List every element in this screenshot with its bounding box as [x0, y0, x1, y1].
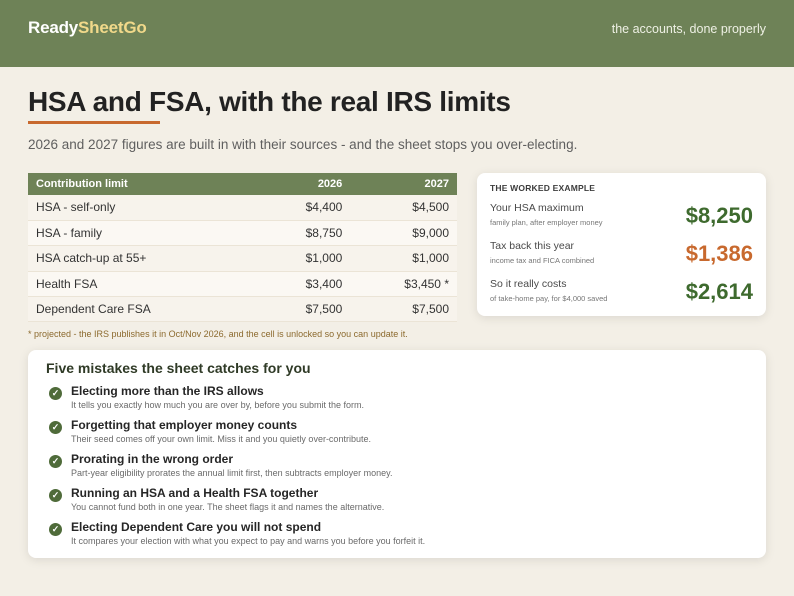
table-row: Dependent Care FSA $7,500 $7,500: [28, 296, 457, 323]
mistakes-card: Five mistakes the sheet catches for you …: [28, 350, 766, 558]
table-header-row: Contribution limit 2026 2027: [28, 173, 457, 195]
table-row: HSA - family $8,750 $9,000: [28, 220, 457, 247]
check-icon: ✓: [49, 387, 62, 400]
worked-example-heading: THE WORKED EXAMPLE: [490, 183, 596, 193]
limit-2027-projected[interactable]: $3,450 *: [350, 271, 457, 298]
mistakes-title: Five mistakes the sheet catches for you: [46, 360, 311, 376]
list-item: ✓ Forgetting that employer money counts …: [49, 418, 749, 448]
mistake-description: You cannot fund both in one year. The sh…: [71, 502, 385, 512]
column-header-2026: 2026: [317, 178, 343, 190]
example-row-tax-back: Tax back this year income tax and FICA c…: [490, 240, 753, 274]
example-value: $2,614: [685, 279, 753, 304]
check-icon: ✓: [49, 523, 62, 536]
limit-2026: $1,000: [257, 245, 351, 272]
mistake-description: It compares your election with what you …: [71, 536, 426, 546]
example-note: of take-home pay, for $4,000 saved: [490, 294, 608, 303]
list-item: ✓ Electing more than the IRS allows It t…: [49, 384, 749, 414]
example-note: income tax and FICA combined: [490, 256, 595, 265]
check-icon: ✓: [49, 421, 62, 434]
column-header-limit: Contribution limit: [36, 178, 128, 190]
table-row: HSA - self-only $4,400 $4,500: [28, 195, 457, 221]
table-row: HSA catch-up at 55+ $1,000 $1,000: [28, 245, 457, 272]
top-bar: ReadySheetGo the accounts, done properly: [0, 0, 794, 67]
check-icon: ✓: [49, 455, 62, 468]
limit-name: Health FSA: [28, 271, 258, 298]
limit-name: HSA catch-up at 55+: [28, 245, 258, 272]
brand-name-part1: Ready: [28, 18, 79, 37]
limit-2027: $4,500: [350, 195, 457, 221]
column-header-2027: 2027: [424, 178, 449, 190]
limit-2026: $3,400: [257, 271, 351, 298]
example-value: $1,386: [685, 241, 753, 266]
mistake-title: Forgetting that employer money counts: [71, 418, 298, 432]
example-label: So it really costs: [490, 278, 567, 290]
example-row-real-cost: So it really costs of take-home pay, for…: [490, 278, 753, 312]
limit-2027: $7,500: [350, 296, 457, 323]
mistake-description: It tells you exactly how much you are ov…: [71, 400, 364, 410]
limit-2026: $7,500: [257, 296, 351, 323]
example-note: family plan, after employer money: [490, 218, 603, 227]
brand-logo[interactable]: ReadySheetGo: [28, 18, 147, 38]
worked-example-card: THE WORKED EXAMPLE Your HSA maximum fami…: [477, 173, 766, 316]
mistake-description: Part-year eligibility prorates the annua…: [71, 468, 393, 478]
mistake-title: Running an HSA and a Health FSA together: [71, 486, 319, 500]
mistake-title: Electing Dependent Care you will not spe…: [71, 520, 322, 534]
mistake-title: Electing more than the IRS allows: [71, 384, 264, 398]
limit-2027: $9,000: [350, 220, 457, 247]
list-item: ✓ Running an HSA and a Health FSA togeth…: [49, 486, 749, 516]
example-label: Your HSA maximum: [490, 202, 584, 214]
mistake-title: Prorating in the wrong order: [71, 452, 234, 466]
list-item: ✓ Prorating in the wrong order Part-year…: [49, 452, 749, 482]
mistake-description: Their seed comes off your own limit. Mis…: [71, 434, 371, 444]
check-icon: ✓: [49, 489, 62, 502]
limit-2026: $8,750: [257, 220, 351, 247]
limit-2026: $4,400: [257, 195, 351, 221]
limit-name: HSA - self-only: [28, 195, 258, 221]
title-underline: [28, 121, 160, 124]
projection-footnote: * projected - the IRS publishes it in Oc…: [28, 329, 408, 339]
limit-name: HSA - family: [28, 220, 258, 247]
table-row: Health FSA $3,400 $3,450 *: [28, 271, 457, 298]
brand-tagline: the accounts, done properly: [611, 22, 766, 36]
page-title: HSA and FSA, with the real IRS limits: [28, 86, 511, 117]
brand-name-part2: SheetGo: [78, 18, 147, 37]
limit-name: Dependent Care FSA: [28, 296, 258, 323]
page-subtitle: 2026 and 2027 figures are built in with …: [28, 137, 578, 152]
list-item: ✓ Electing Dependent Care you will not s…: [49, 520, 749, 550]
limits-table: Contribution limit 2026 2027 HSA - self-…: [28, 173, 457, 323]
example-row-hsa-max: Your HSA maximum family plan, after empl…: [490, 202, 753, 236]
example-value: $8,250: [685, 203, 753, 228]
example-label: Tax back this year: [490, 240, 575, 252]
limit-2027: $1,000: [350, 245, 457, 272]
